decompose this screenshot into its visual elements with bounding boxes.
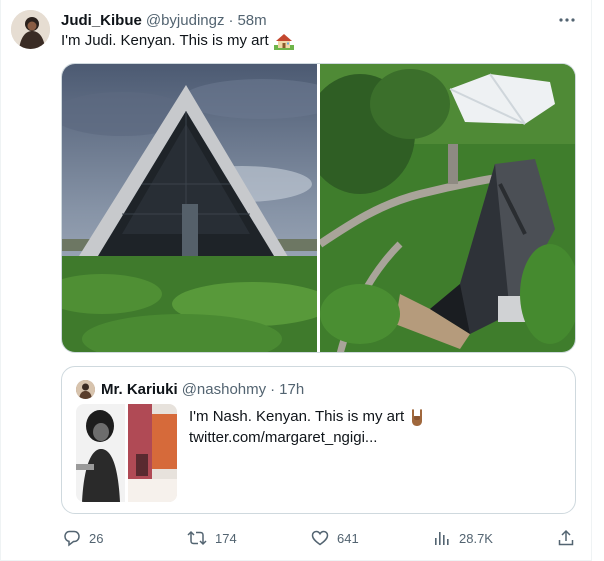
views-icon [433, 529, 451, 547]
quoted-separator-dot: · [270, 380, 276, 398]
like-button[interactable]: 641 [311, 526, 359, 550]
share-button[interactable] [557, 526, 575, 550]
a-frame-cabin-front-photo[interactable] [62, 64, 317, 352]
like-icon [311, 529, 329, 547]
author-avatar[interactable] [11, 10, 50, 49]
reply-count: 26 [89, 530, 104, 546]
author-display-name[interactable]: Judi_Kibue [61, 12, 142, 29]
share-icon [557, 529, 575, 547]
more-icon[interactable] [557, 10, 577, 30]
tweet-header: Judi_Kibue @byjudingz · 58m [61, 10, 267, 30]
house-with-garden-emoji-icon [273, 32, 294, 50]
like-count: 641 [337, 530, 359, 546]
separator-dot: · [228, 11, 234, 29]
views-count: 28.7K [459, 530, 493, 546]
author-handle[interactable]: @byjudingz [146, 12, 225, 29]
quoted-tweet-header: Mr. Kariuki @nashohmy · 17h [101, 379, 304, 399]
quoted-tweet-text: I'm Nash. Kenyan. This is my art twitter… [189, 406, 425, 448]
sign-of-the-horns-emoji-icon [409, 408, 425, 426]
retweet-button[interactable]: 174 [187, 526, 237, 550]
a-frame-cabin-aerial-photo[interactable] [319, 64, 575, 352]
tweet-body: I'm Judi. Kenyan. This is my art [61, 32, 269, 49]
quoted-tweet[interactable]: Mr. Kariuki @nashohmy · 17h I'm Nash. Ke… [61, 366, 576, 514]
tweet-card[interactable]: Judi_Kibue @byjudingz · 58m I'm Judi. Ke… [0, 0, 592, 561]
tweet-actions-bar: 26 174 641 28.7K [61, 526, 576, 550]
retweet-count: 174 [215, 530, 237, 546]
views-button[interactable]: 28.7K [433, 526, 493, 550]
reply-button[interactable]: 26 [63, 526, 103, 550]
reply-icon [63, 529, 81, 547]
quoted-author-handle[interactable]: @nashohmy [182, 381, 266, 398]
quoted-tweet-link[interactable]: twitter.com/margaret_ngigi... [189, 427, 425, 448]
quoted-author-display-name[interactable]: Mr. Kariuki [101, 381, 178, 398]
quoted-media-thumbnail[interactable] [76, 404, 177, 502]
tweet-timestamp[interactable]: 58m [237, 12, 266, 29]
quoted-author-avatar[interactable] [76, 380, 95, 399]
tweet-media-grid[interactable] [61, 63, 576, 353]
quoted-tweet-body: I'm Nash. Kenyan. This is my art [189, 408, 405, 425]
retweet-icon [187, 529, 207, 547]
quoted-tweet-timestamp[interactable]: 17h [279, 381, 304, 398]
tweet-text: I'm Judi. Kenyan. This is my art [61, 31, 294, 51]
